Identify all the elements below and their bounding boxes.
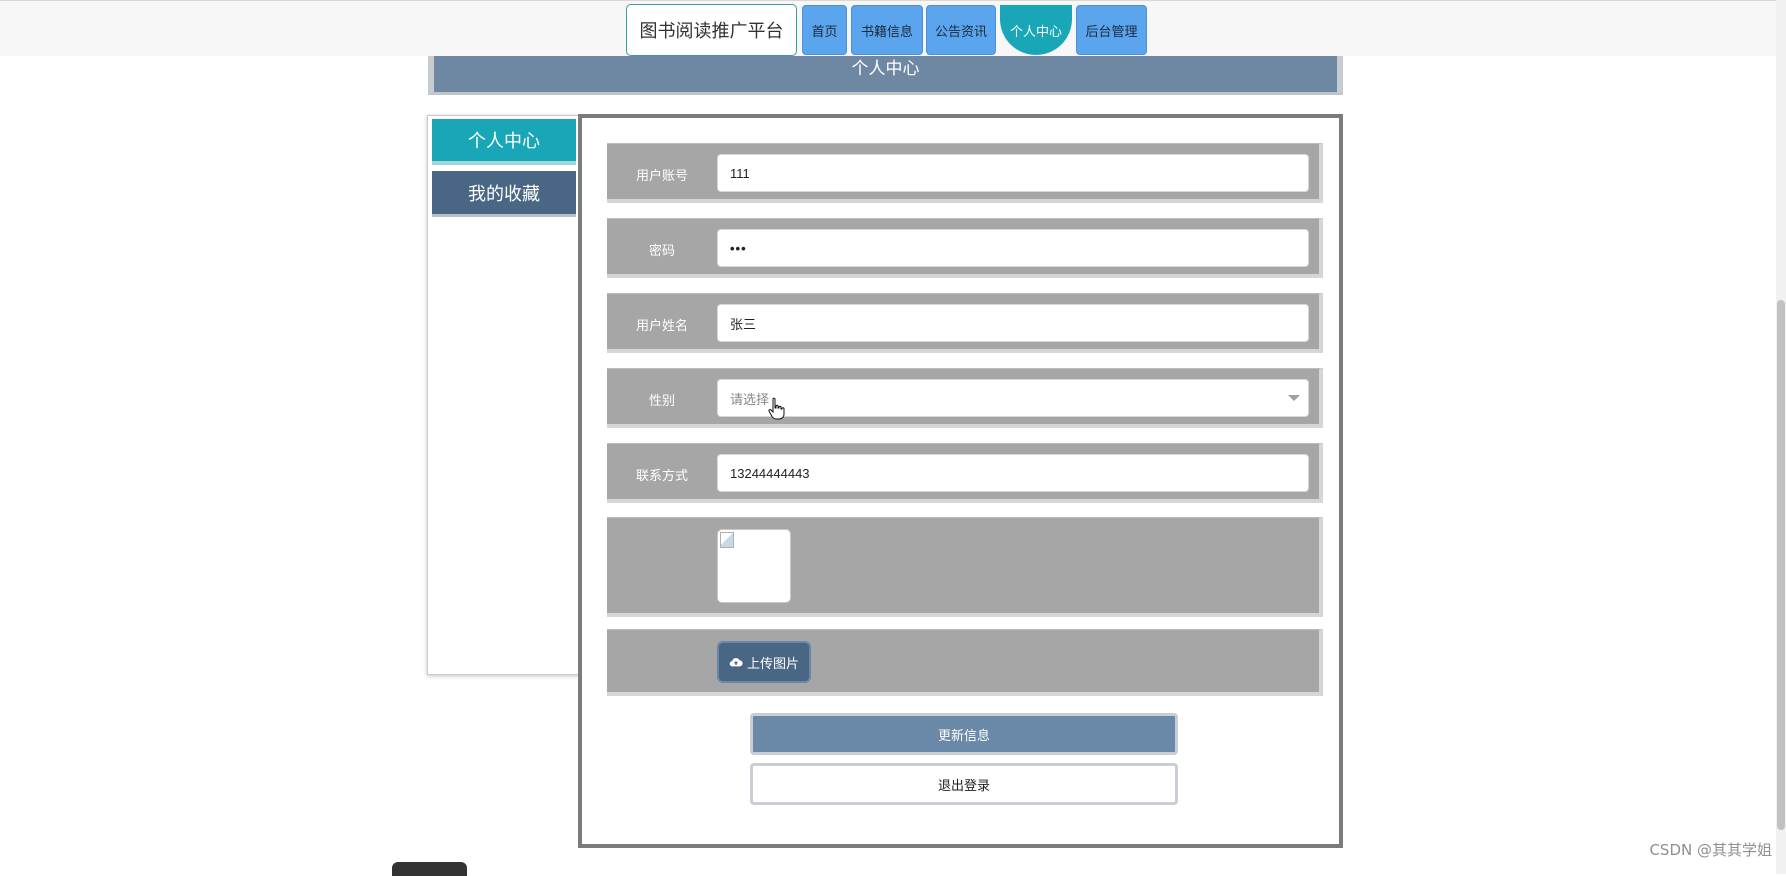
form-row-name: 用户姓名 张三 — [607, 293, 1323, 353]
nav-item-announcements[interactable]: 公告资讯 — [926, 5, 996, 55]
gender-label: 性别 — [607, 390, 717, 409]
phone-input[interactable]: 13244444443 — [717, 454, 1309, 492]
broken-image-icon — [720, 532, 734, 548]
form-row-upload: 上传图片 — [607, 629, 1323, 696]
form-row-gender: 性别 请选择 — [607, 368, 1323, 428]
nav-item-books[interactable]: 书籍信息 — [851, 5, 923, 55]
update-info-button[interactable]: 更新信息 — [750, 713, 1178, 755]
profile-form-panel: 用户账号 111 密码 ••• 用户姓名 张三 性别 请选择 联系方式 1324… — [578, 114, 1343, 848]
avatar-preview[interactable] — [717, 529, 791, 603]
hand-cursor-icon — [767, 397, 785, 421]
nav-item-admin[interactable]: 后台管理 — [1076, 5, 1147, 55]
phone-label: 联系方式 — [607, 465, 717, 484]
chevron-down-icon — [1288, 395, 1300, 401]
cloud-upload-icon — [729, 656, 743, 668]
gender-select[interactable]: 请选择 — [717, 379, 1309, 417]
form-row-avatar — [607, 517, 1323, 617]
nav-item-personal-center[interactable]: 个人中心 — [1000, 5, 1072, 55]
name-input[interactable]: 张三 — [717, 304, 1309, 342]
brand-title[interactable]: 图书阅读推广平台 — [626, 4, 797, 56]
sidebar-item-favorites[interactable]: 我的收藏 — [432, 171, 576, 217]
password-label: 密码 — [607, 240, 717, 259]
account-label: 用户账号 — [607, 165, 717, 184]
form-row-phone: 联系方式 13244444443 — [607, 443, 1323, 503]
sidebar-item-personal-center[interactable]: 个人中心 — [432, 119, 576, 165]
scrollbar-thumb[interactable] — [1777, 300, 1785, 830]
gender-placeholder: 请选择 — [730, 389, 769, 408]
logout-button[interactable]: 退出登录 — [750, 763, 1178, 805]
scrollbar[interactable] — [1776, 0, 1786, 874]
password-input[interactable]: ••• — [717, 229, 1309, 267]
upload-image-label: 上传图片 — [747, 653, 799, 672]
side-menu: 个人中心 我的收藏 — [427, 115, 579, 675]
page-header-bar: 个人中心 — [428, 56, 1343, 95]
form-row-account: 用户账号 111 — [607, 143, 1323, 203]
name-label: 用户姓名 — [607, 315, 717, 334]
upload-image-button[interactable]: 上传图片 — [717, 641, 811, 683]
account-input[interactable]: 111 — [717, 154, 1309, 192]
nav-item-home[interactable]: 首页 — [802, 5, 847, 55]
form-row-password: 密码 ••• — [607, 218, 1323, 278]
top-navbar: 图书阅读推广平台 首页 书籍信息 公告资讯 个人中心 后台管理 — [0, 0, 1786, 56]
page-title: 个人中心 — [852, 56, 920, 79]
watermark: CSDN @其其学姐 — [1649, 839, 1772, 860]
